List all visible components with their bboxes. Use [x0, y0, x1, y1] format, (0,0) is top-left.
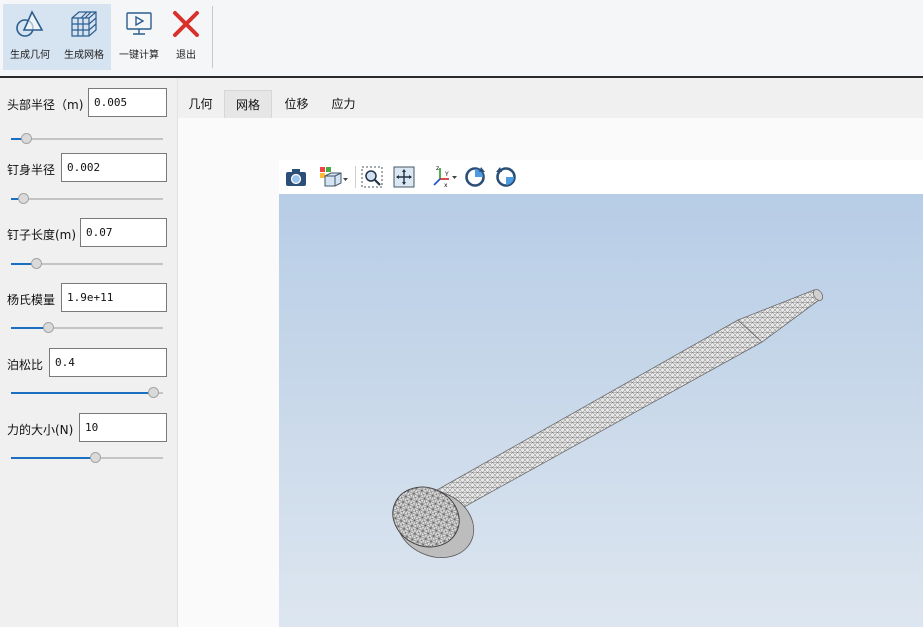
force-slider[interactable]: [11, 451, 163, 465]
rotate-cw-icon[interactable]: [494, 165, 518, 189]
geometry-icon: [13, 8, 47, 40]
camera-icon[interactable]: [284, 165, 308, 189]
exit-label: 退出: [176, 50, 196, 61]
generate-mesh-button[interactable]: 生成网格: [57, 4, 111, 70]
head-radius-input[interactable]: [88, 88, 167, 117]
view-cube-dropdown-icon[interactable]: [319, 165, 349, 189]
tab-stress[interactable]: 应力: [321, 90, 366, 119]
nail-length-slider[interactable]: [11, 257, 163, 271]
fit-all-icon[interactable]: [392, 165, 416, 189]
slider-thumb[interactable]: [147, 387, 159, 398]
head-radius-slider[interactable]: [11, 132, 163, 146]
svg-text:Y: Y: [444, 171, 449, 178]
slider-thumb[interactable]: [30, 258, 42, 269]
slider-thumb[interactable]: [89, 452, 101, 463]
poisson-ratio-input[interactable]: [49, 348, 167, 377]
nail-shank: [436, 289, 824, 513]
close-x-icon: [169, 8, 203, 40]
youngs-modulus-input[interactable]: [61, 283, 167, 312]
poisson-ratio-slider[interactable]: [11, 386, 163, 400]
3d-viewport[interactable]: [279, 194, 923, 627]
tab-mesh[interactable]: 网格: [224, 90, 272, 119]
svg-text:x: x: [444, 182, 448, 189]
viewer-toolbar: zYx: [279, 160, 923, 194]
play-screen-icon: [122, 8, 156, 40]
nail-length-input[interactable]: [80, 218, 167, 247]
generate-geometry-label: 生成几何: [10, 50, 50, 61]
head-radius-label: 头部半径（m): [7, 98, 84, 112]
tab-displacement[interactable]: 位移: [274, 90, 319, 119]
toolbar-separator: [355, 166, 356, 188]
force-input[interactable]: [79, 413, 167, 442]
axes-xyz-dropdown-icon[interactable]: zYx: [430, 165, 458, 189]
tab-geometry[interactable]: 几何: [178, 90, 223, 119]
youngs-modulus-label: 杨氏模量: [7, 293, 56, 307]
slider-thumb[interactable]: [18, 193, 30, 204]
mesh-cube-icon: [67, 8, 101, 40]
ribbon-separator: [212, 6, 213, 68]
ribbon-toolbar: 生成几何 生成网格 一键计算 退出: [0, 0, 923, 78]
slider-thumb[interactable]: [20, 133, 32, 144]
parameter-panel: 头部半径（m) 钉身半径 钉子长度(m) 杨氏模量 泊松比 力的大小(N): [0, 78, 178, 627]
nail-length-label: 钉子长度(m): [7, 228, 77, 242]
one-click-compute-button[interactable]: 一键计算: [113, 4, 165, 70]
force-label: 力的大小(N): [7, 423, 74, 437]
zoom-box-icon[interactable]: [360, 165, 384, 189]
generate-mesh-label: 生成网格: [64, 50, 104, 61]
rotate-ccw-icon[interactable]: [463, 165, 487, 189]
shank-radius-label: 钉身半径: [7, 163, 56, 177]
youngs-modulus-slider[interactable]: [11, 321, 163, 335]
mesh-model: [392, 289, 824, 558]
generate-geometry-button[interactable]: 生成几何: [3, 4, 57, 70]
one-click-compute-label: 一键计算: [119, 50, 159, 61]
shank-radius-slider[interactable]: [11, 192, 163, 206]
poisson-ratio-label: 泊松比: [7, 358, 44, 372]
shank-radius-input[interactable]: [61, 153, 167, 182]
slider-thumb[interactable]: [43, 322, 55, 333]
svg-text:z: z: [436, 165, 439, 172]
exit-button[interactable]: 退出: [166, 4, 206, 70]
